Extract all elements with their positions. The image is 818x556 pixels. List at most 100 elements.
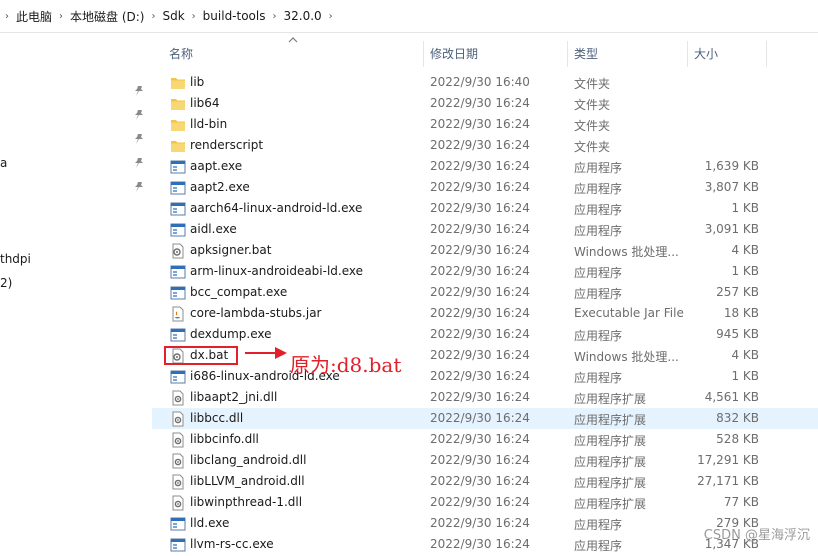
pin-icon[interactable] [133, 181, 145, 193]
exe-icon [170, 327, 186, 343]
file-row[interactable]: arm-linux-androideabi-ld.exe 2022/9/30 16… [152, 261, 818, 282]
breadcrumb-item[interactable]: 本地磁盘 (D:) [68, 8, 146, 25]
file-date: 2022/9/30 16:24 [430, 96, 530, 110]
nav-item[interactable]: 2) [0, 276, 12, 290]
file-size: 257 KB [716, 285, 759, 299]
file-row[interactable]: libaapt2_jni.dll 2022/9/30 16:24 应用程序扩展 4,5… [152, 387, 818, 408]
file-row[interactable]: apksigner.bat 2022/9/30 16:24 Windows 批处理.… [152, 240, 818, 261]
file-row[interactable]: lib64 2022/9/30 16:24 文件夹 [152, 93, 818, 114]
file-date: 2022/9/30 16:24 [430, 474, 530, 488]
file-size: 17,291 KB [697, 453, 759, 467]
annotation-text: 原为:d8.bat [290, 353, 402, 377]
chevron-right-icon[interactable]: › [187, 11, 201, 22]
file-date: 2022/9/30 16:24 [430, 264, 530, 278]
file-name: bcc_compat.exe [190, 285, 288, 299]
breadcrumb-item[interactable]: 32.0.0 [281, 9, 323, 23]
column-divider[interactable] [687, 41, 688, 67]
file-row[interactable]: libLLVM_android.dll 2022/9/30 16:24 应用程序扩展… [152, 471, 818, 492]
file-type: 应用程序 [574, 182, 623, 196]
column-date-header[interactable]: 修改日期 [430, 45, 478, 62]
navigation-pane: a thdpi 2) [0, 33, 151, 553]
file-row[interactable]: lld-bin 2022/9/30 16:24 文件夹 [152, 114, 818, 135]
file-type: 文件夹 [574, 77, 611, 91]
file-date: 2022/9/30 16:24 [430, 369, 530, 383]
file-size: 3,091 KB [704, 222, 759, 236]
file-type: 应用程序 [574, 329, 623, 343]
address-bar[interactable]: › 此电脑 › 本地磁盘 (D:) › Sdk › build-tools › … [0, 0, 818, 33]
exe-icon [170, 369, 186, 385]
column-name-header[interactable]: 名称 [169, 45, 193, 62]
file-size: 1 KB [731, 201, 759, 215]
file-size: 832 KB [716, 411, 759, 425]
nav-item[interactable]: a [0, 156, 7, 170]
pin-icon[interactable] [133, 157, 145, 169]
file-name: libaapt2_jni.dll [190, 390, 278, 404]
exe-icon [170, 285, 186, 301]
dll-icon [170, 432, 186, 448]
file-row[interactable]: aarch64-linux-android-ld.exe 2022/9/30 16… [152, 198, 818, 219]
breadcrumb-item[interactable]: 此电脑 [14, 8, 54, 25]
pin-icon[interactable] [133, 109, 145, 121]
breadcrumb-item[interactable]: build-tools [201, 9, 268, 23]
file-size: 4 KB [731, 348, 759, 362]
file-row[interactable]: core-lambda-stubs.jar 2022/9/30 16:24 Exec… [152, 303, 818, 324]
file-name: aapt.exe [190, 159, 243, 173]
file-row[interactable]: libbcc.dll 2022/9/30 16:24 应用程序扩展 832 KB [152, 408, 818, 429]
exe-icon [170, 516, 186, 532]
breadcrumb-item[interactable]: Sdk [160, 9, 186, 23]
file-row[interactable]: aapt.exe 2022/9/30 16:24 应用程序 1,639 KB [152, 156, 818, 177]
file-type: 应用程序扩展 [574, 476, 647, 490]
folder-icon [170, 138, 186, 154]
file-type: Executable Jar File [574, 306, 684, 320]
file-name: aapt2.exe [190, 180, 250, 194]
dll-icon [170, 390, 186, 406]
file-size: 77 KB [723, 495, 759, 509]
file-row[interactable]: libwinpthread-1.dll 2022/9/30 16:24 应用程序扩展… [152, 492, 818, 513]
column-divider[interactable] [567, 41, 568, 67]
file-type: 应用程序扩展 [574, 497, 647, 511]
chevron-right-icon[interactable]: › [146, 11, 160, 22]
file-row[interactable]: aapt2.exe 2022/9/30 16:24 应用程序 3,807 KB [152, 177, 818, 198]
file-name: llvm-rs-cc.exe [190, 537, 274, 551]
file-row[interactable]: dexdump.exe 2022/9/30 16:24 应用程序 945 KB [152, 324, 818, 345]
file-name: lib [190, 75, 205, 89]
file-name: lld-bin [190, 117, 228, 131]
file-date: 2022/9/30 16:24 [430, 159, 530, 173]
column-size-header[interactable]: 大小 [694, 45, 718, 62]
file-date: 2022/9/30 16:24 [430, 222, 530, 236]
file-date: 2022/9/30 16:24 [430, 537, 530, 551]
file-row[interactable]: bcc_compat.exe 2022/9/30 16:24 应用程序 257 KB [152, 282, 818, 303]
pin-icon[interactable] [133, 133, 145, 145]
nav-item[interactable]: thdpi [0, 252, 31, 266]
dll-icon [170, 453, 186, 469]
file-type: Windows 批处理... [574, 245, 679, 259]
file-row[interactable]: aidl.exe 2022/9/30 16:24 应用程序 3,091 KB [152, 219, 818, 240]
file-name: libbcc.dll [190, 411, 244, 425]
file-date: 2022/9/30 16:24 [430, 201, 530, 215]
exe-icon [170, 264, 186, 280]
column-divider[interactable] [423, 41, 424, 67]
file-name: libbcinfo.dll [190, 432, 259, 446]
chevron-right-icon[interactable]: › [267, 11, 281, 22]
file-size: 27,171 KB [697, 474, 759, 488]
file-type: 文件夹 [574, 119, 611, 133]
file-name: aarch64-linux-android-ld.exe [190, 201, 363, 215]
pin-icon[interactable] [133, 85, 145, 97]
column-divider[interactable] [766, 41, 767, 67]
file-type: 应用程序扩展 [574, 455, 647, 469]
file-date: 2022/9/30 16:24 [430, 243, 530, 257]
file-type: 应用程序扩展 [574, 413, 647, 427]
file-date: 2022/9/30 16:24 [430, 390, 530, 404]
chevron-right-icon[interactable]: › [324, 11, 338, 22]
file-row[interactable]: libbcinfo.dll 2022/9/30 16:24 应用程序扩展 528 KB [152, 429, 818, 450]
file-row[interactable]: libclang_android.dll 2022/9/30 16:24 应用程序扩… [152, 450, 818, 471]
file-row[interactable]: renderscript 2022/9/30 16:24 文件夹 [152, 135, 818, 156]
file-row[interactable]: i686-linux-android-ld.exe 2022/9/30 16:24… [152, 366, 818, 387]
watermark: CSDN @星海浮沉 [703, 528, 810, 543]
file-type: 应用程序 [574, 287, 623, 301]
chevron-right-icon[interactable]: › [54, 11, 68, 22]
file-name: libclang_android.dll [190, 453, 307, 467]
dll-icon [170, 411, 186, 427]
file-row[interactable]: lib 2022/9/30 16:40 文件夹 [152, 72, 818, 93]
column-type-header[interactable]: 类型 [574, 45, 598, 62]
